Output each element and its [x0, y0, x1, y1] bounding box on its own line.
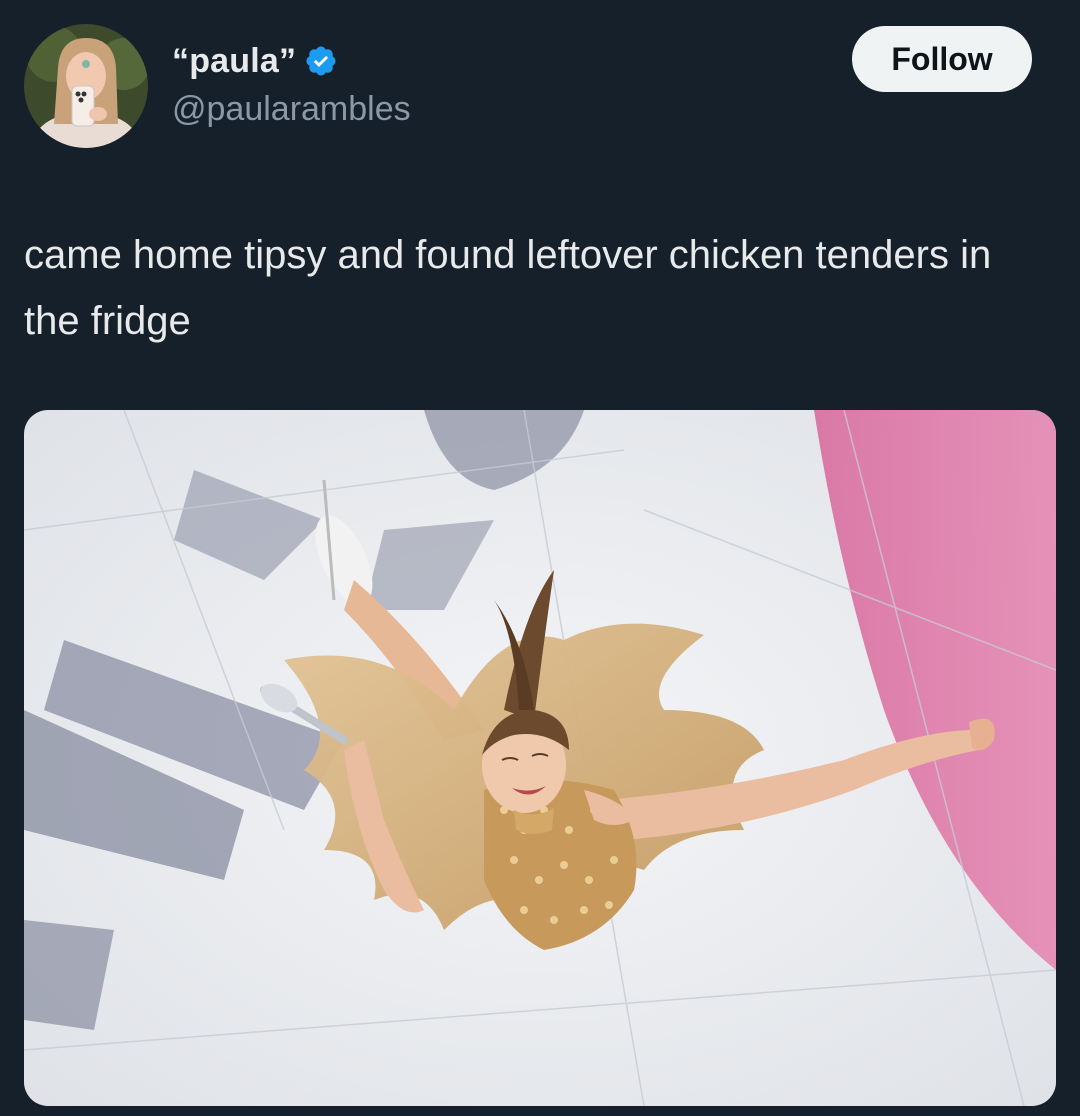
avatar-photo: [24, 24, 148, 148]
avatar[interactable]: [24, 24, 148, 148]
verified-badge-icon: [306, 46, 336, 76]
tweet-header: “paula” @paularambles Follow: [24, 24, 1056, 148]
photo-figure-skater-icon: [24, 410, 1056, 1106]
follow-button[interactable]: Follow: [852, 26, 1032, 92]
tweet-card: “paula” @paularambles Follow came home t…: [0, 0, 1080, 1116]
display-name[interactable]: “paula”: [172, 42, 296, 81]
tweet-media[interactable]: [24, 410, 1056, 1106]
user-handle[interactable]: @paularambles: [172, 90, 411, 129]
name-row: “paula”: [172, 38, 338, 84]
tweet-text: came home tipsy and found leftover chick…: [24, 233, 992, 343]
